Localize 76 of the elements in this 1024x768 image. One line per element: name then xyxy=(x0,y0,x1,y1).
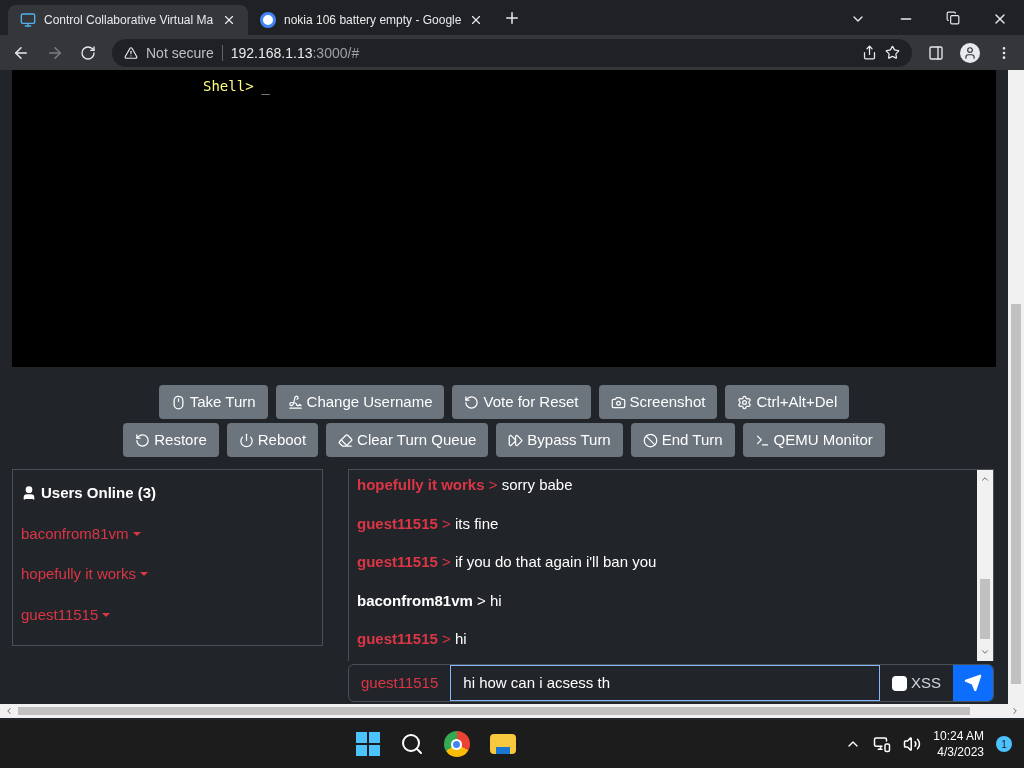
tab-title: Control Collaborative Virtual Ma xyxy=(44,12,214,28)
ban-icon xyxy=(642,432,658,448)
control-button[interactable]: Take Turn xyxy=(156,383,270,421)
control-button[interactable]: Vote for Reset xyxy=(450,383,593,421)
chat-input[interactable]: hi how can i acsess th xyxy=(450,665,880,701)
chat-message: hopefully it works > sorry babe xyxy=(357,475,574,495)
bookmark-icon[interactable] xyxy=(885,45,900,60)
undo-icon xyxy=(464,394,480,410)
scroll-thumb[interactable] xyxy=(980,579,990,639)
browser-tab[interactable]: Control Collaborative Virtual Ma xyxy=(8,5,248,35)
camera-icon xyxy=(610,394,626,410)
profile-icon[interactable] xyxy=(960,42,980,63)
control-button[interactable]: Change Username xyxy=(273,383,447,421)
text-cursor: _ xyxy=(261,77,270,97)
browser-tab[interactable]: nokia 106 battery empty - Google xyxy=(248,5,496,35)
control-button[interactable]: Screenshot xyxy=(596,383,720,421)
close-icon[interactable] xyxy=(222,13,236,27)
notification-badge[interactable]: 1 xyxy=(996,736,1012,752)
warning-icon xyxy=(124,45,138,60)
clock-date[interactable]: 4/3/2023 xyxy=(937,744,984,760)
volume-icon[interactable] xyxy=(903,735,922,753)
side-panel-icon[interactable] xyxy=(928,44,944,61)
google-icon xyxy=(260,12,276,28)
gear-icon xyxy=(737,394,753,410)
control-button[interactable]: End Turn xyxy=(628,421,737,459)
shell-prompt: Shell> xyxy=(203,77,254,96)
terminal-icon xyxy=(754,432,770,448)
power-icon xyxy=(238,432,254,448)
windows-start-icon[interactable] xyxy=(355,732,380,756)
control-button[interactable]: Ctrl+Alt+Del xyxy=(723,383,852,421)
reload-icon[interactable] xyxy=(80,44,96,61)
scroll-thumb[interactable] xyxy=(1011,304,1021,684)
control-button[interactable]: Restore xyxy=(121,421,221,459)
fast-forward-icon xyxy=(508,432,524,448)
xss-checkbox[interactable]: XSS xyxy=(880,665,953,701)
mouse-icon xyxy=(170,394,186,410)
vm-screen[interactable]: Shell> _ xyxy=(12,70,996,367)
control-button[interactable]: Clear Turn Queue xyxy=(324,421,491,459)
horizontal-scrollbar[interactable] xyxy=(0,704,1024,718)
clock-time[interactable]: 10:24 AM xyxy=(933,728,984,744)
control-button[interactable]: QEMU Monitor xyxy=(740,421,887,459)
control-button[interactable]: Reboot xyxy=(224,421,321,459)
scroll-left-icon[interactable] xyxy=(4,706,14,716)
chat-message: baconfrom81vm > hi xyxy=(357,590,503,611)
security-label: Not secure xyxy=(146,43,214,63)
monitor-icon xyxy=(20,12,36,28)
undo-icon xyxy=(135,432,151,448)
scroll-down-icon[interactable] xyxy=(980,647,990,657)
url-text: 192.168.1.13:3000/# xyxy=(230,43,360,63)
scroll-right-icon[interactable] xyxy=(1010,706,1020,716)
control-button[interactable]: Bypass Turn xyxy=(494,421,625,459)
network-icon[interactable] xyxy=(873,735,892,753)
page-scrollbar[interactable] xyxy=(1008,70,1024,704)
chrome-icon[interactable] xyxy=(443,731,470,757)
signature-icon xyxy=(287,394,303,410)
search-icon[interactable] xyxy=(399,732,424,756)
user-icon xyxy=(21,485,37,502)
share-icon[interactable] xyxy=(862,45,877,60)
user-item[interactable]: hopefully it works xyxy=(21,563,149,586)
chat-message: guest11515 > hi xyxy=(357,629,468,649)
scrollbar[interactable] xyxy=(977,470,993,661)
scroll-thumb[interactable] xyxy=(18,707,970,715)
eraser-icon xyxy=(338,432,354,448)
user-item[interactable]: guest11515 xyxy=(21,603,111,626)
address-bar[interactable]: Not secure 192.168.1.13:3000/# xyxy=(112,38,912,67)
chat-message: guest11515 > its fine xyxy=(357,513,500,534)
user-item[interactable]: baconfrom81vm xyxy=(21,522,141,545)
tab-title: nokia 106 battery empty - Google xyxy=(284,12,462,28)
send-icon xyxy=(964,674,982,692)
username-label: guest11515 xyxy=(360,672,440,693)
folder-icon[interactable] xyxy=(489,734,516,754)
chat-message: guest11515 > if you do that again i'll ban you xyxy=(357,552,658,572)
users-title: Users Online (3) xyxy=(41,483,157,503)
scroll-up-icon[interactable] xyxy=(980,474,990,484)
send-button[interactable] xyxy=(953,665,993,701)
restore-icon[interactable] xyxy=(946,11,960,25)
